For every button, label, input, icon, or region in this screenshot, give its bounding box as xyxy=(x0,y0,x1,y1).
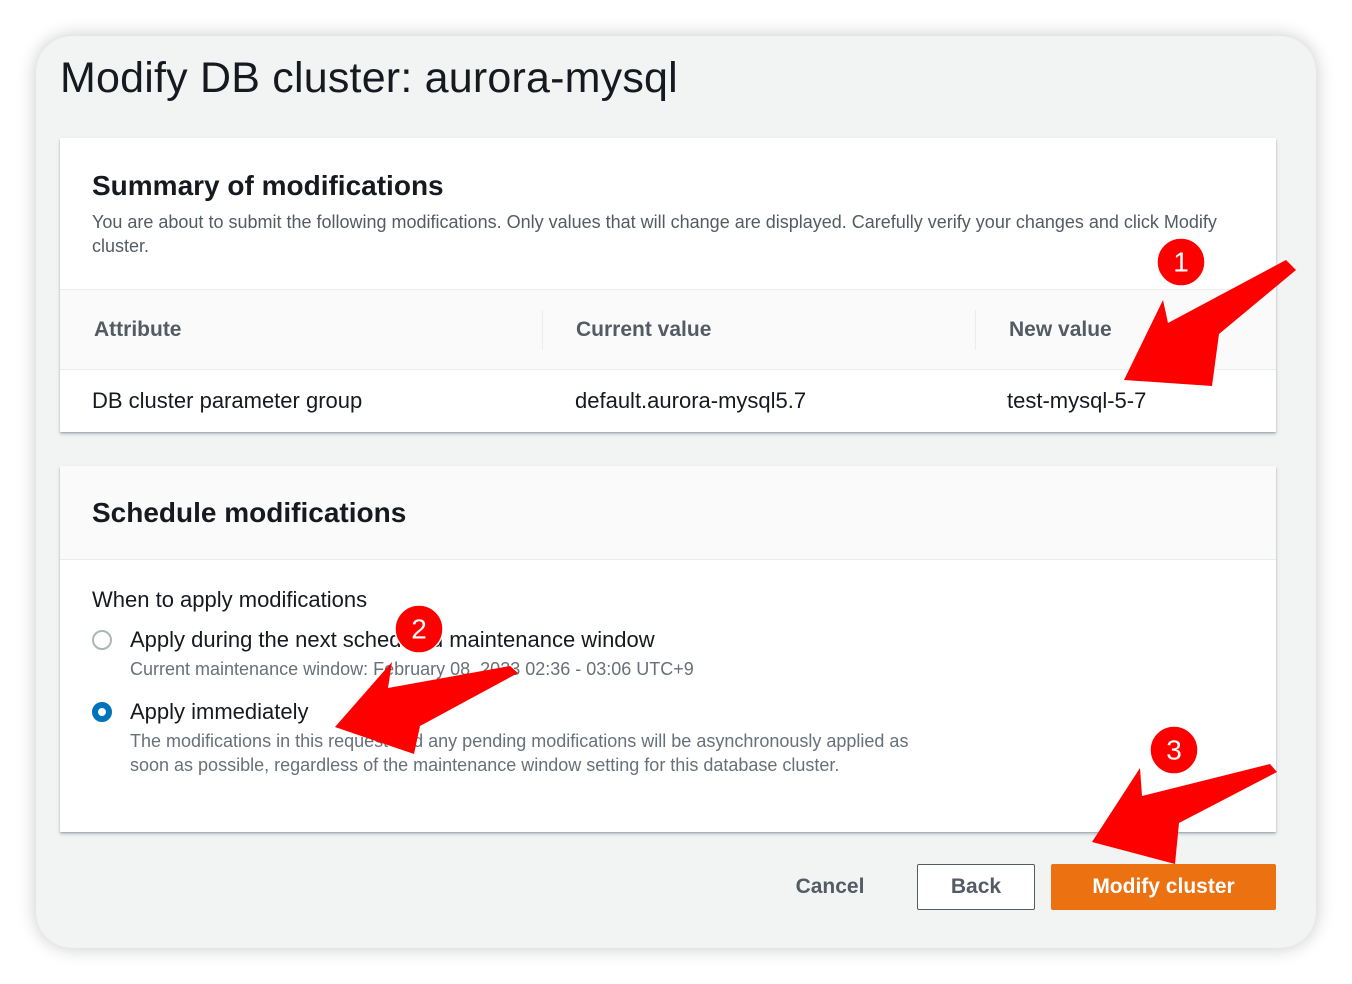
cell-current-value: default.aurora-mysql5.7 xyxy=(575,388,807,413)
radio-label-apply-immediately[interactable]: Apply immediately xyxy=(130,699,309,725)
column-header-attribute: Attribute xyxy=(94,318,182,341)
cell-new-value: test-mysql-5-7 xyxy=(1007,388,1147,413)
column-divider xyxy=(975,310,976,350)
radio-next-maintenance-window[interactable] xyxy=(92,630,112,650)
column-divider xyxy=(542,310,543,350)
radio-description-apply-immediately: The modifications in this request and an… xyxy=(130,731,909,775)
radio-apply-immediately[interactable] xyxy=(92,702,112,722)
table-header: Attribute Current value New value xyxy=(60,289,1276,370)
field-label: When to apply modifications xyxy=(92,587,368,612)
modify-cluster-button[interactable]: Modify cluster xyxy=(1051,864,1276,910)
summary-description: You are about to submit the following mo… xyxy=(92,212,1217,256)
back-button[interactable]: Back xyxy=(917,864,1035,910)
column-header-current-value: Current value xyxy=(576,318,712,341)
schedule-panel: Schedule modifications When to apply mod… xyxy=(60,466,1276,832)
summary-panel: Summary of modifications You are about t… xyxy=(60,138,1276,432)
cell-attribute: DB cluster parameter group xyxy=(92,388,363,413)
cancel-button[interactable]: Cancel xyxy=(778,864,882,910)
radio-label-next-maintenance-window[interactable]: Apply during the next scheduled maintena… xyxy=(130,627,655,653)
summary-title: Summary of modifications xyxy=(92,170,444,201)
radio-description-maintenance-window: Current maintenance window: February 08,… xyxy=(130,659,694,679)
column-header-new-value: New value xyxy=(1009,318,1112,341)
modal-window: Modify DB cluster: aurora-mysql Summary … xyxy=(36,36,1316,948)
schedule-title: Schedule modifications xyxy=(92,497,407,528)
page-title: Modify DB cluster: aurora-mysql xyxy=(60,54,678,102)
